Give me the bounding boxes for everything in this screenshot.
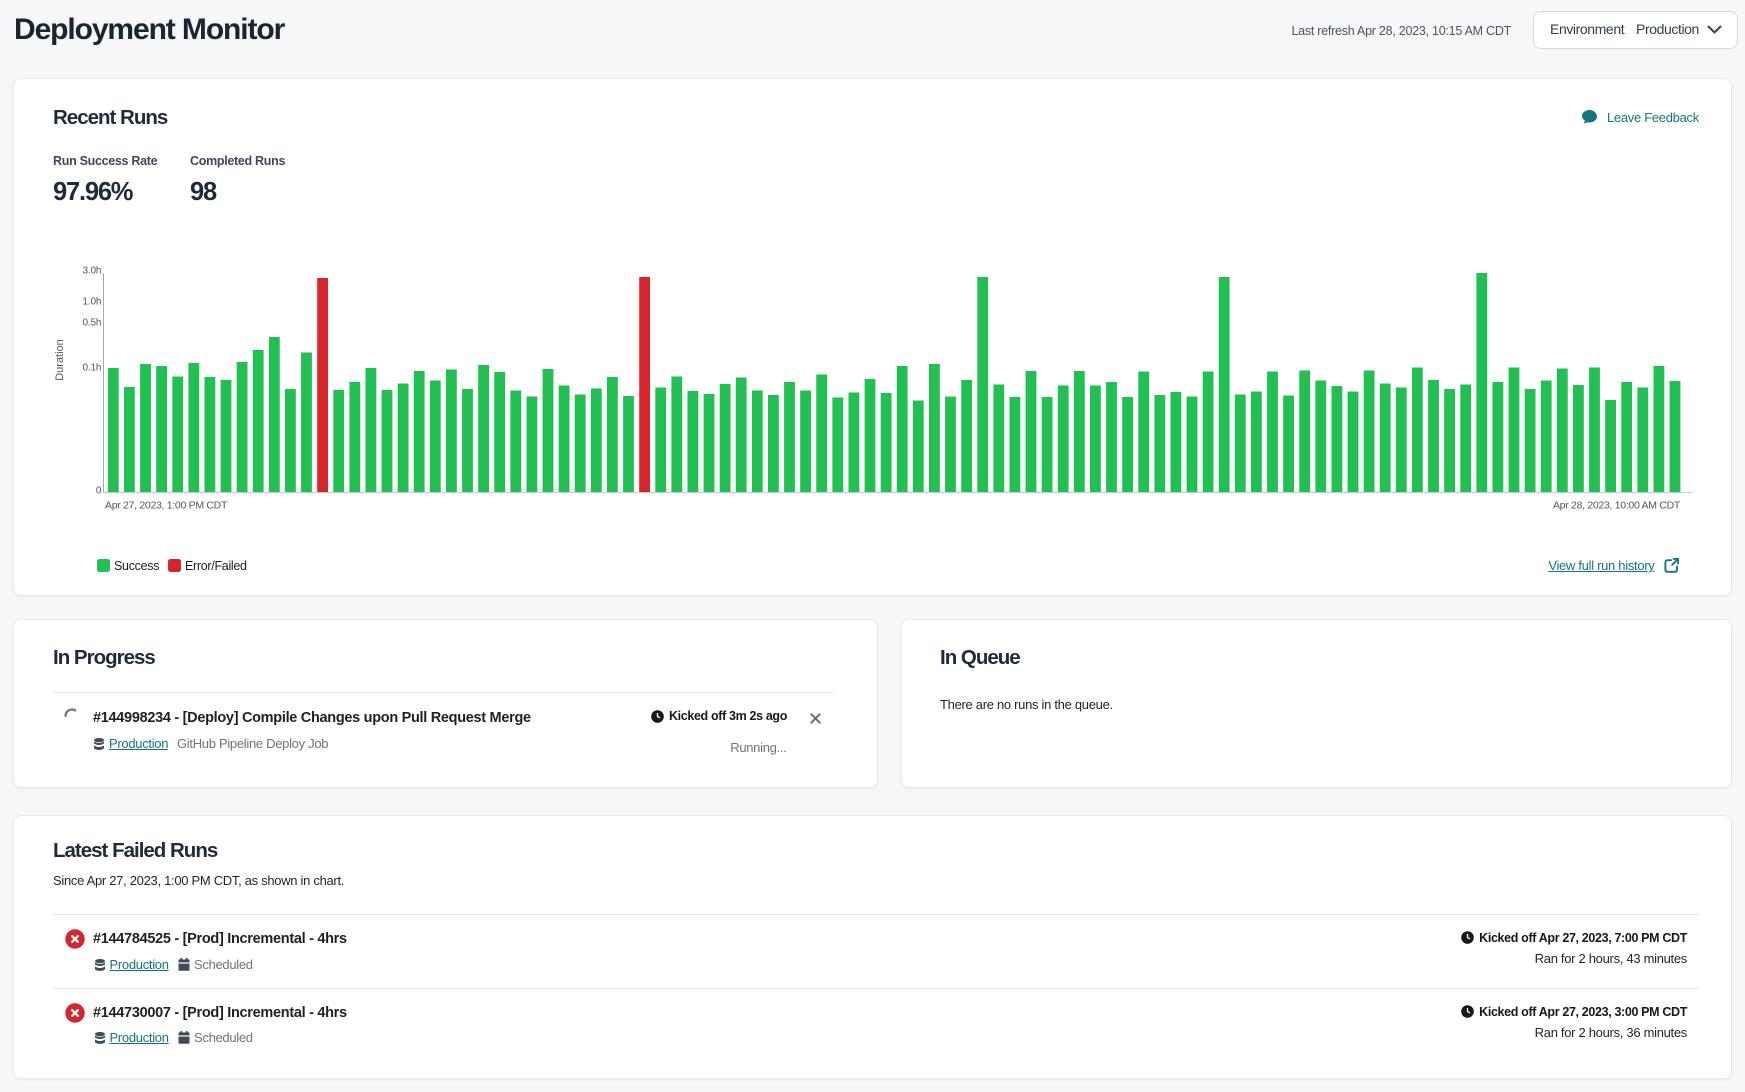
svg-text:0.5h: 0.5h (83, 318, 103, 329)
svg-text:Duration: Duration (54, 339, 66, 381)
svg-text:1.0h: 1.0h (83, 297, 103, 308)
svg-text:Apr 27, 2023, 1:00 PM CDT: Apr 27, 2023, 1:00 PM CDT (105, 500, 228, 512)
svg-text:0.1h: 0.1h (83, 363, 103, 374)
svg-text:3.0h: 3.0h (83, 266, 103, 277)
svg-text:0: 0 (96, 486, 103, 497)
svg-text:Apr 28, 2023, 10:00 AM CDT: Apr 28, 2023, 10:00 AM CDT (1553, 500, 1681, 512)
